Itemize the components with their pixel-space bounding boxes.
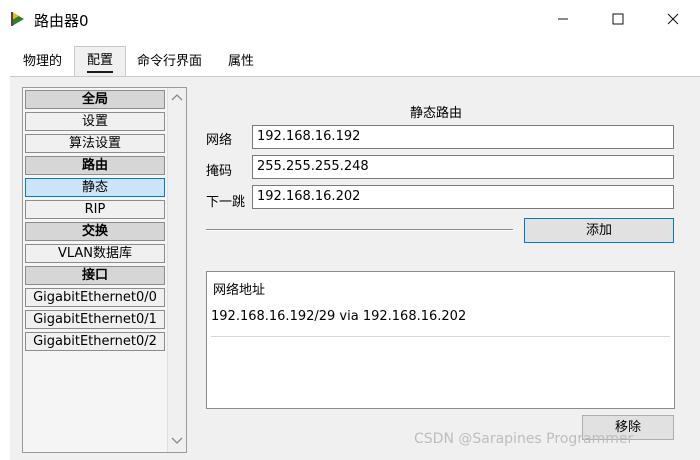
close-button[interactable] — [650, 4, 696, 34]
mask-input[interactable]: 255.255.255.248 — [252, 155, 674, 179]
tab-attributes[interactable]: 属性 — [228, 48, 254, 76]
sidebar-header-routing: 路由 — [25, 156, 165, 175]
sidebar-header-global: 全局 — [25, 90, 165, 109]
sidebar: 全局 设置 算法设置 路由 静态 RIP 交换 VLAN数据库 接口 Gigab… — [22, 87, 187, 453]
sidebar-header-switching: 交换 — [25, 222, 165, 241]
network-input[interactable]: 192.168.16.192 — [252, 125, 674, 149]
sidebar-item-static[interactable]: 静态 — [25, 178, 165, 197]
title-bar: 路由器0 — [0, 0, 700, 39]
sidebar-item-gig0-2[interactable]: GigabitEthernet0/2 — [25, 332, 165, 351]
sidebar-item-gig0-1[interactable]: GigabitEthernet0/1 — [25, 310, 165, 329]
sidebar-scrollbar[interactable] — [167, 88, 186, 452]
sidebar-item-algorithm-settings[interactable]: 算法设置 — [25, 134, 165, 153]
watermark: CSDN @Sarapines Programmer — [414, 431, 634, 447]
sidebar-item-vlan-database[interactable]: VLAN数据库 — [25, 244, 165, 263]
window-title: 路由器0 — [34, 12, 89, 30]
tab-cli[interactable]: 命令行界面 — [137, 48, 202, 76]
sidebar-item-gig0-0[interactable]: GigabitEthernet0/0 — [25, 288, 165, 307]
list-item[interactable]: 192.168.16.192/29 via 192.168.16.202 — [211, 310, 670, 337]
tab-config[interactable]: 配置 — [74, 46, 127, 77]
sidebar-item-settings[interactable]: 设置 — [25, 112, 165, 131]
router-icon — [11, 12, 24, 26]
next-hop-input[interactable]: 192.168.16.202 — [252, 185, 674, 209]
config-panel: 全局 设置 算法设置 路由 静态 RIP 交换 VLAN数据库 接口 Gigab… — [10, 76, 700, 460]
tab-physical[interactable]: 物理的 — [23, 48, 62, 76]
scroll-up-icon[interactable] — [171, 92, 183, 102]
minimize-icon — [558, 18, 568, 20]
mask-label: 掩码 — [206, 164, 233, 179]
divider — [206, 229, 513, 231]
sidebar-header-interface: 接口 — [25, 266, 165, 285]
minimize-button[interactable] — [540, 4, 586, 34]
route-list-header: 网络地址 — [213, 283, 266, 298]
tab-bar: 物理的 配置 命令行界面 属性 — [10, 46, 700, 77]
maximize-button[interactable] — [595, 4, 641, 34]
sidebar-item-rip[interactable]: RIP — [25, 200, 165, 219]
route-list[interactable]: 网络地址 192.168.16.192/29 via 192.168.16.20… — [206, 271, 675, 409]
maximize-icon — [612, 13, 624, 25]
network-label: 网络 — [206, 133, 233, 148]
add-button[interactable]: 添加 — [524, 218, 674, 243]
tab-config-label: 配置 — [87, 53, 114, 73]
section-title: 静态路由 — [410, 106, 463, 121]
close-icon — [667, 13, 679, 25]
next-hop-label: 下一跳 — [206, 195, 246, 210]
scroll-down-icon[interactable] — [171, 436, 183, 446]
